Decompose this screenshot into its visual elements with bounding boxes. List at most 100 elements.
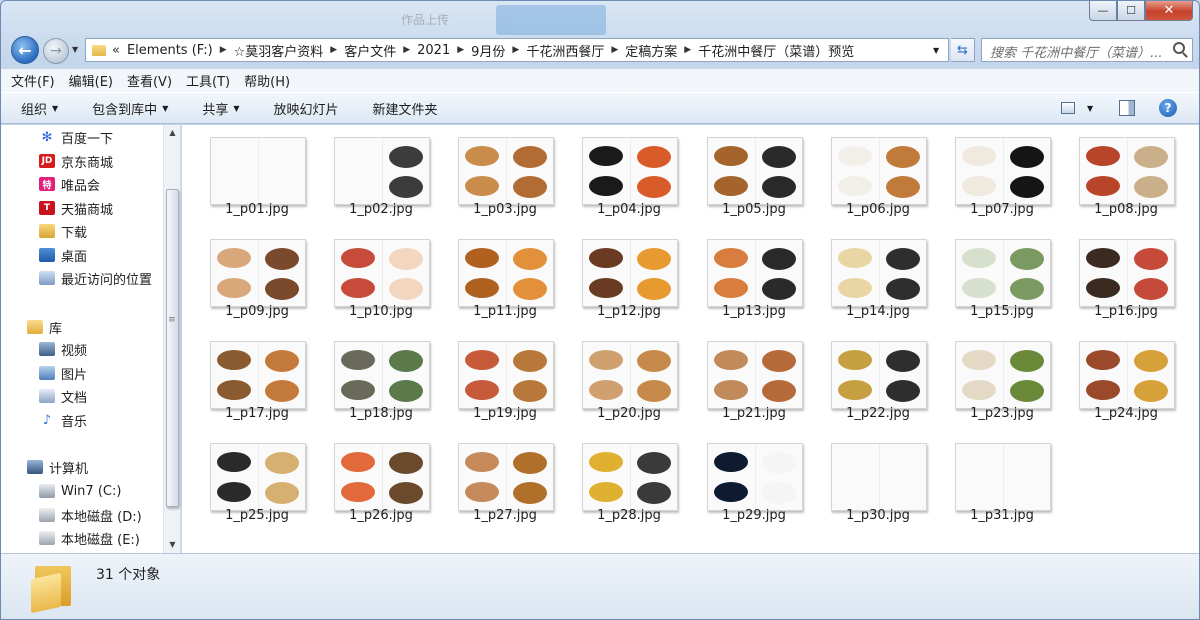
- sidebar-item-documents[interactable]: 文档: [39, 386, 87, 406]
- file-name[interactable]: 1_p20.jpg: [574, 406, 684, 421]
- scroll-down-arrow-icon[interactable]: ▼: [164, 537, 181, 553]
- breadcrumb-overflow[interactable]: «: [112, 43, 120, 58]
- file-item[interactable]: 1_p01.jpg: [202, 125, 312, 221]
- file-name[interactable]: 1_p18.jpg: [326, 406, 436, 421]
- image-thumbnail[interactable]: [831, 341, 927, 409]
- file-name[interactable]: 1_p05.jpg: [699, 202, 809, 217]
- file-name[interactable]: 1_p22.jpg: [823, 406, 933, 421]
- image-thumbnail[interactable]: [458, 341, 554, 409]
- file-name[interactable]: 1_p12.jpg: [574, 304, 684, 319]
- scroll-up-arrow-icon[interactable]: ▲: [164, 125, 181, 141]
- file-item[interactable]: 1_p18.jpg: [326, 329, 436, 425]
- file-name[interactable]: 1_p29.jpg: [699, 508, 809, 523]
- chevron-right-icon[interactable]: ▶: [611, 45, 618, 55]
- file-item[interactable]: 1_p11.jpg: [450, 227, 560, 323]
- menu-edit[interactable]: 编辑(E): [69, 71, 113, 90]
- file-item[interactable]: 1_p02.jpg: [326, 125, 436, 221]
- breadcrumb-item[interactable]: Elements (F:): [127, 43, 213, 58]
- sidebar-item-computer[interactable]: 计算机: [27, 457, 88, 477]
- file-name[interactable]: 1_p14.jpg: [823, 304, 933, 319]
- file-name[interactable]: 1_p19.jpg: [450, 406, 560, 421]
- chevron-right-icon[interactable]: ▶: [330, 45, 337, 55]
- file-name[interactable]: 1_p11.jpg: [450, 304, 560, 319]
- sidebar-item-videos[interactable]: 视频: [39, 339, 87, 359]
- file-name[interactable]: 1_p04.jpg: [574, 202, 684, 217]
- file-item[interactable]: 1_p07.jpg: [947, 125, 1057, 221]
- menu-view[interactable]: 查看(V): [127, 71, 172, 90]
- file-item[interactable]: 1_p31.jpg: [947, 431, 1057, 527]
- image-thumbnail[interactable]: [210, 341, 306, 409]
- image-thumbnail[interactable]: [955, 137, 1051, 205]
- image-thumbnail[interactable]: [955, 443, 1051, 511]
- file-name[interactable]: 1_p13.jpg: [699, 304, 809, 319]
- image-thumbnail[interactable]: [955, 239, 1051, 307]
- image-thumbnail[interactable]: [458, 239, 554, 307]
- file-item[interactable]: 1_p28.jpg: [574, 431, 684, 527]
- maximize-button[interactable]: ☐: [1117, 1, 1145, 21]
- address-bar[interactable]: « Elements (F:) ▶ ☆莫羽客户资料 ▶ 客户文件 ▶ 2021 ▶ 9月…: [85, 38, 949, 62]
- file-item[interactable]: 1_p14.jpg: [823, 227, 933, 323]
- search-input[interactable]: 搜索 千花洲中餐厅（菜谱）...: [981, 38, 1193, 62]
- file-name[interactable]: 1_p07.jpg: [947, 202, 1057, 217]
- file-name[interactable]: 1_p30.jpg: [823, 508, 933, 523]
- include-in-library-button[interactable]: 包含到库中 ▼: [92, 99, 168, 118]
- image-thumbnail[interactable]: [707, 341, 803, 409]
- sidebar-item-downloads[interactable]: 下载: [39, 221, 87, 241]
- image-thumbnail[interactable]: [831, 443, 927, 511]
- file-name[interactable]: 1_p06.jpg: [823, 202, 933, 217]
- sidebar-item-recent[interactable]: 最近访问的位置: [39, 268, 152, 288]
- file-item[interactable]: 1_p05.jpg: [699, 125, 809, 221]
- file-name[interactable]: 1_p15.jpg: [947, 304, 1057, 319]
- breadcrumb-item[interactable]: ☆莫羽客户资料: [234, 41, 324, 60]
- file-item[interactable]: 1_p04.jpg: [574, 125, 684, 221]
- file-name[interactable]: 1_p17.jpg: [202, 406, 312, 421]
- image-thumbnail[interactable]: [334, 137, 430, 205]
- file-item[interactable]: 1_p27.jpg: [450, 431, 560, 527]
- slideshow-button[interactable]: 放映幻灯片: [274, 99, 339, 118]
- file-item[interactable]: 1_p03.jpg: [450, 125, 560, 221]
- file-item[interactable]: 1_p13.jpg: [699, 227, 809, 323]
- file-name[interactable]: 1_p25.jpg: [202, 508, 312, 523]
- menu-tools[interactable]: 工具(T): [186, 71, 230, 90]
- image-thumbnail[interactable]: [707, 443, 803, 511]
- image-thumbnail[interactable]: [1079, 341, 1175, 409]
- minimize-button[interactable]: —: [1089, 1, 1117, 21]
- image-thumbnail[interactable]: [334, 239, 430, 307]
- image-thumbnail[interactable]: [210, 443, 306, 511]
- image-thumbnail[interactable]: [831, 239, 927, 307]
- file-item[interactable]: 1_p16.jpg: [1071, 227, 1181, 323]
- chevron-right-icon[interactable]: ▶: [220, 45, 227, 55]
- sidebar-item-jd[interactable]: JD 京东商城: [39, 151, 113, 171]
- image-thumbnail[interactable]: [831, 137, 927, 205]
- image-thumbnail[interactable]: [334, 443, 430, 511]
- image-thumbnail[interactable]: [707, 137, 803, 205]
- image-thumbnail[interactable]: [582, 239, 678, 307]
- file-item[interactable]: 1_p22.jpg: [823, 329, 933, 425]
- refresh-button[interactable]: ⇆: [951, 38, 975, 62]
- recent-pages-dropdown[interactable]: ▼: [72, 45, 78, 54]
- sidebar-item-vip[interactable]: 特唯品会: [39, 174, 100, 194]
- image-thumbnail[interactable]: [210, 137, 306, 205]
- file-item[interactable]: 1_p23.jpg: [947, 329, 1057, 425]
- preview-pane-icon[interactable]: [1119, 100, 1135, 116]
- close-button[interactable]: ✕: [1145, 1, 1193, 21]
- chevron-right-icon[interactable]: ▶: [684, 45, 691, 55]
- new-folder-button[interactable]: 新建文件夹: [373, 99, 438, 118]
- file-name[interactable]: 1_p27.jpg: [450, 508, 560, 523]
- file-item[interactable]: 1_p10.jpg: [326, 227, 436, 323]
- file-item[interactable]: 1_p09.jpg: [202, 227, 312, 323]
- organize-button[interactable]: 组织 ▼: [21, 99, 58, 118]
- file-item[interactable]: 1_p08.jpg: [1071, 125, 1181, 221]
- share-button[interactable]: 共享 ▼: [202, 99, 239, 118]
- chevron-right-icon[interactable]: ▶: [457, 45, 464, 55]
- address-history-dropdown[interactable]: ▼: [933, 46, 939, 55]
- sidebar-scrollbar[interactable]: ▲ ≡ ▼: [163, 125, 180, 553]
- sidebar-item-pictures[interactable]: 图片: [39, 363, 87, 383]
- file-item[interactable]: 1_p12.jpg: [574, 227, 684, 323]
- sidebar-item-tmall[interactable]: T 天猫商城: [39, 198, 113, 218]
- file-item[interactable]: 1_p20.jpg: [574, 329, 684, 425]
- file-item[interactable]: 1_p29.jpg: [699, 431, 809, 527]
- breadcrumb-item[interactable]: 千花洲中餐厅（菜谱）预览: [698, 41, 854, 60]
- file-name[interactable]: 1_p28.jpg: [574, 508, 684, 523]
- file-item[interactable]: 1_p06.jpg: [823, 125, 933, 221]
